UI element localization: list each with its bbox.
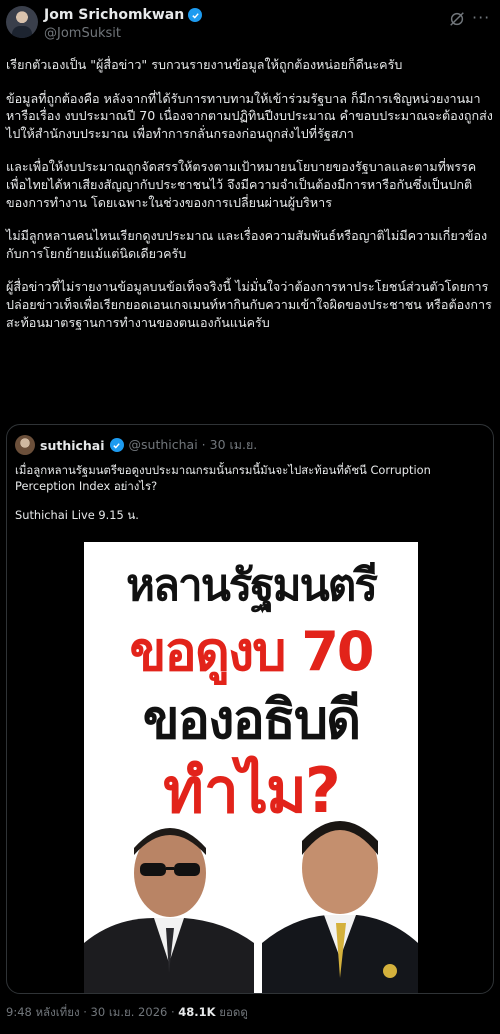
author-handle[interactable]: @JomSuksit xyxy=(44,26,121,41)
post-timestamp[interactable]: 9:48 หลังเที่ยง · 30 เม.ย. 2026 · xyxy=(6,1005,175,1019)
post-text: เรียกตัวเองเป็น "ผู้สื่อข่าว" รบกวนรายงา… xyxy=(6,56,494,347)
post-paragraph: ไม่มีลูกหลานคนไหนเรียกดูงบประมาณ และเรื่… xyxy=(6,228,488,261)
quoted-post-text: เมื่อลูกหลานรัฐมนตรีขอดูงบประมาณกรมนั้นก… xyxy=(15,463,485,538)
more-options-icon[interactable]: ··· xyxy=(472,10,490,28)
quoted-author-avatar xyxy=(15,435,35,455)
person-left-illustration xyxy=(84,828,254,993)
post-paragraph: ข้อมูลที่ถูกต้องคือ หลังจากที่ได้รับการท… xyxy=(6,90,493,141)
post-header: Jom Srichomkwan @JomSuksit ··· xyxy=(0,0,500,48)
grok-icon[interactable] xyxy=(448,10,466,28)
quoted-author-handle: @suthichai · 30 เม.ย. xyxy=(128,437,258,452)
author-name-row[interactable]: Jom Srichomkwan xyxy=(44,6,203,24)
author-name[interactable]: Jom Srichomkwan xyxy=(44,7,184,23)
verified-badge-icon xyxy=(188,8,203,22)
quoted-paragraph: Suthichai Live 9.15 น. xyxy=(15,508,139,522)
author-avatar[interactable] xyxy=(6,6,38,38)
quoted-post[interactable]: suthichai @suthichai · 30 เม.ย. เมื่อลูก… xyxy=(6,424,494,994)
post-metadata: 9:48 หลังเที่ยง · 30 เม.ย. 2026 · 48.1K … xyxy=(6,1004,248,1022)
post-paragraph: เรียกตัวเองเป็น "ผู้สื่อข่าว" รบกวนรายงา… xyxy=(6,57,403,72)
verified-badge-icon xyxy=(109,438,124,452)
post-paragraph: ผู้สื่อข่าวที่ไม่รายงานข้อมูลบนข้อเท็จจร… xyxy=(6,279,492,330)
quoted-paragraph: เมื่อลูกหลานรัฐมนตรีขอดูงบประมาณกรมนั้นก… xyxy=(15,463,431,493)
views-label: ยอดดู xyxy=(215,1005,248,1019)
quoted-author-name: suthichai xyxy=(40,437,105,453)
views-count: 48.1K xyxy=(178,1005,216,1019)
quoted-post-header: suthichai @suthichai · 30 เม.ย. xyxy=(15,435,257,455)
post-paragraph: และเพื่อให้งบประมาณถูกจัดสรรให้ตรงตามเป้… xyxy=(6,159,477,210)
person-right-illustration xyxy=(262,821,418,993)
poster-image[interactable]: หลานรัฐมนตรี ขอดูงบ 70 ของอธิบดี ทำไม? xyxy=(84,542,418,993)
